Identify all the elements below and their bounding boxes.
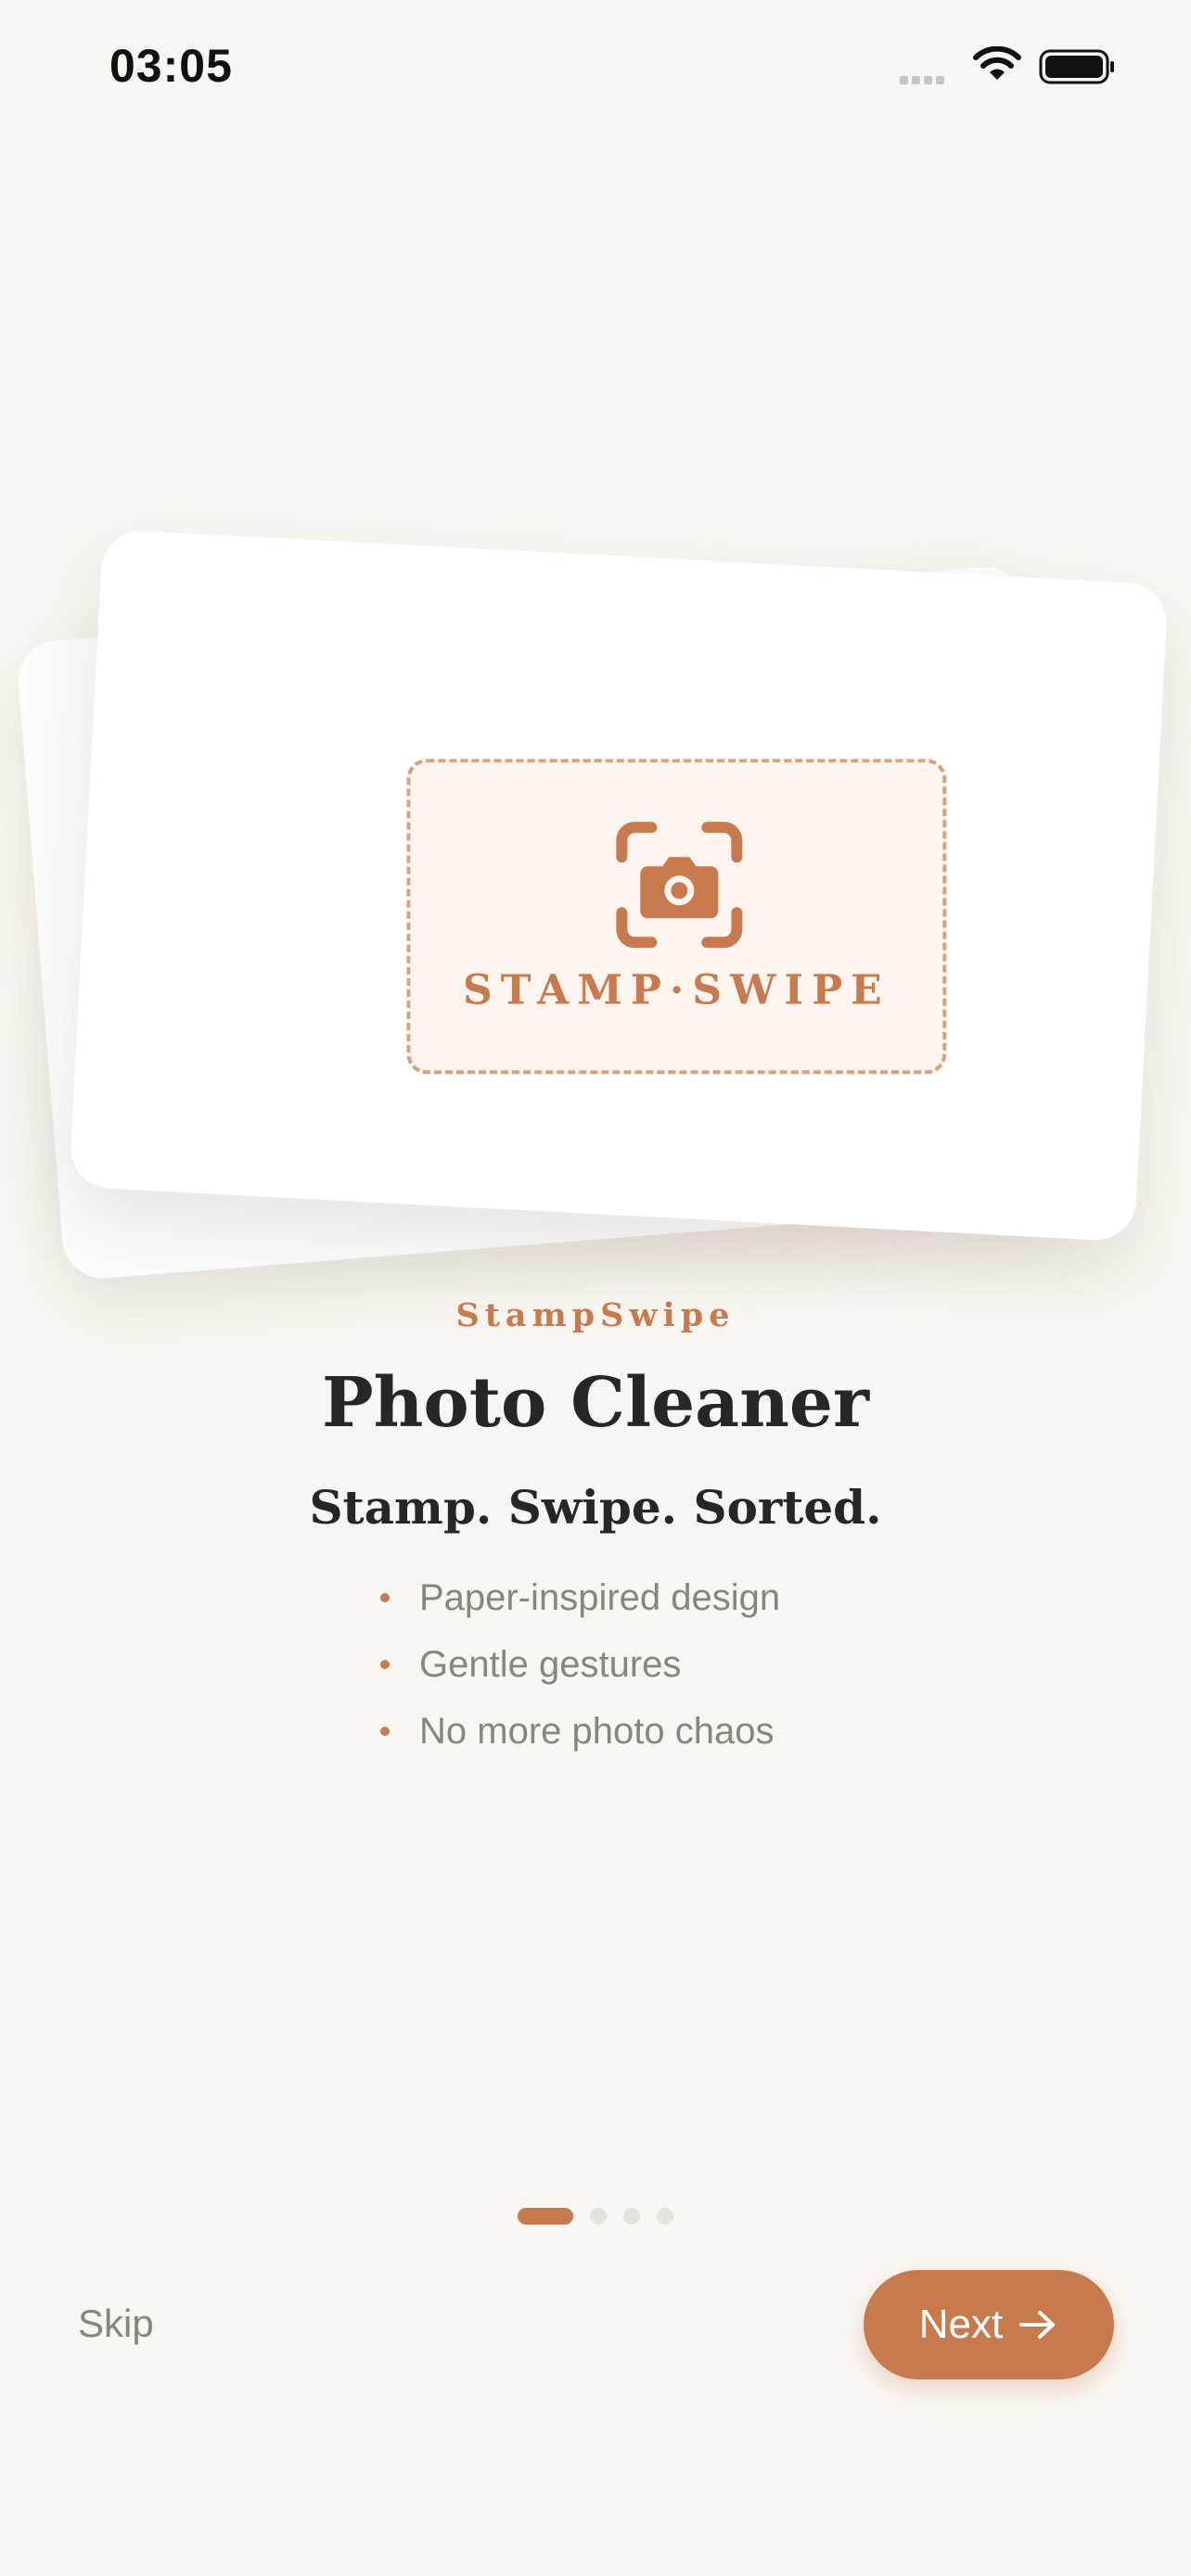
arrow-right-icon <box>1019 2311 1056 2339</box>
page-dot[interactable] <box>657 2208 673 2225</box>
page-title: Photo Cleaner <box>321 1363 869 1443</box>
next-button[interactable]: Next <box>864 2270 1114 2379</box>
camera-viewfinder-icon <box>614 820 744 950</box>
page-indicator <box>518 2208 673 2225</box>
stamp-text: STAMP·SWIPE <box>462 966 890 1014</box>
page-dot-active[interactable] <box>518 2208 573 2225</box>
feature-item: Gentle gestures <box>380 1639 780 1706</box>
feature-text: Gentle gestures <box>419 1644 682 1685</box>
brand-name: StampSwipe <box>455 1296 736 1334</box>
page-subtitle: Stamp. Swipe. Sorted. <box>309 1480 882 1535</box>
front-card: STAMP·SWIPE <box>69 529 1169 1243</box>
feature-text: Paper-inspired design <box>419 1577 781 1618</box>
next-label: Next <box>918 2302 1004 2347</box>
signal-icon <box>900 72 948 89</box>
status-bar: 03:05 <box>0 0 1191 139</box>
status-time: 03:05 <box>109 40 233 92</box>
battery-icon <box>1039 48 1117 90</box>
stamp-logo: STAMP·SWIPE <box>406 759 947 1075</box>
page-dot[interactable] <box>623 2208 640 2225</box>
bullet-icon <box>380 1727 390 1736</box>
hero-card-stack: STAMP·SWIPE <box>0 501 1191 1317</box>
feature-text: No more photo chaos <box>419 1711 775 1752</box>
feature-item: No more photo chaos <box>380 1706 780 1773</box>
wifi-icon <box>972 45 1022 88</box>
feature-item: Paper-inspired design <box>380 1573 780 1639</box>
feature-list: Paper-inspired design Gentle gestures No… <box>380 1573 780 1773</box>
page-dot[interactable] <box>590 2208 607 2225</box>
bullet-icon <box>380 1660 390 1669</box>
bullet-icon <box>380 1593 390 1602</box>
skip-button[interactable]: Skip <box>78 2302 154 2346</box>
